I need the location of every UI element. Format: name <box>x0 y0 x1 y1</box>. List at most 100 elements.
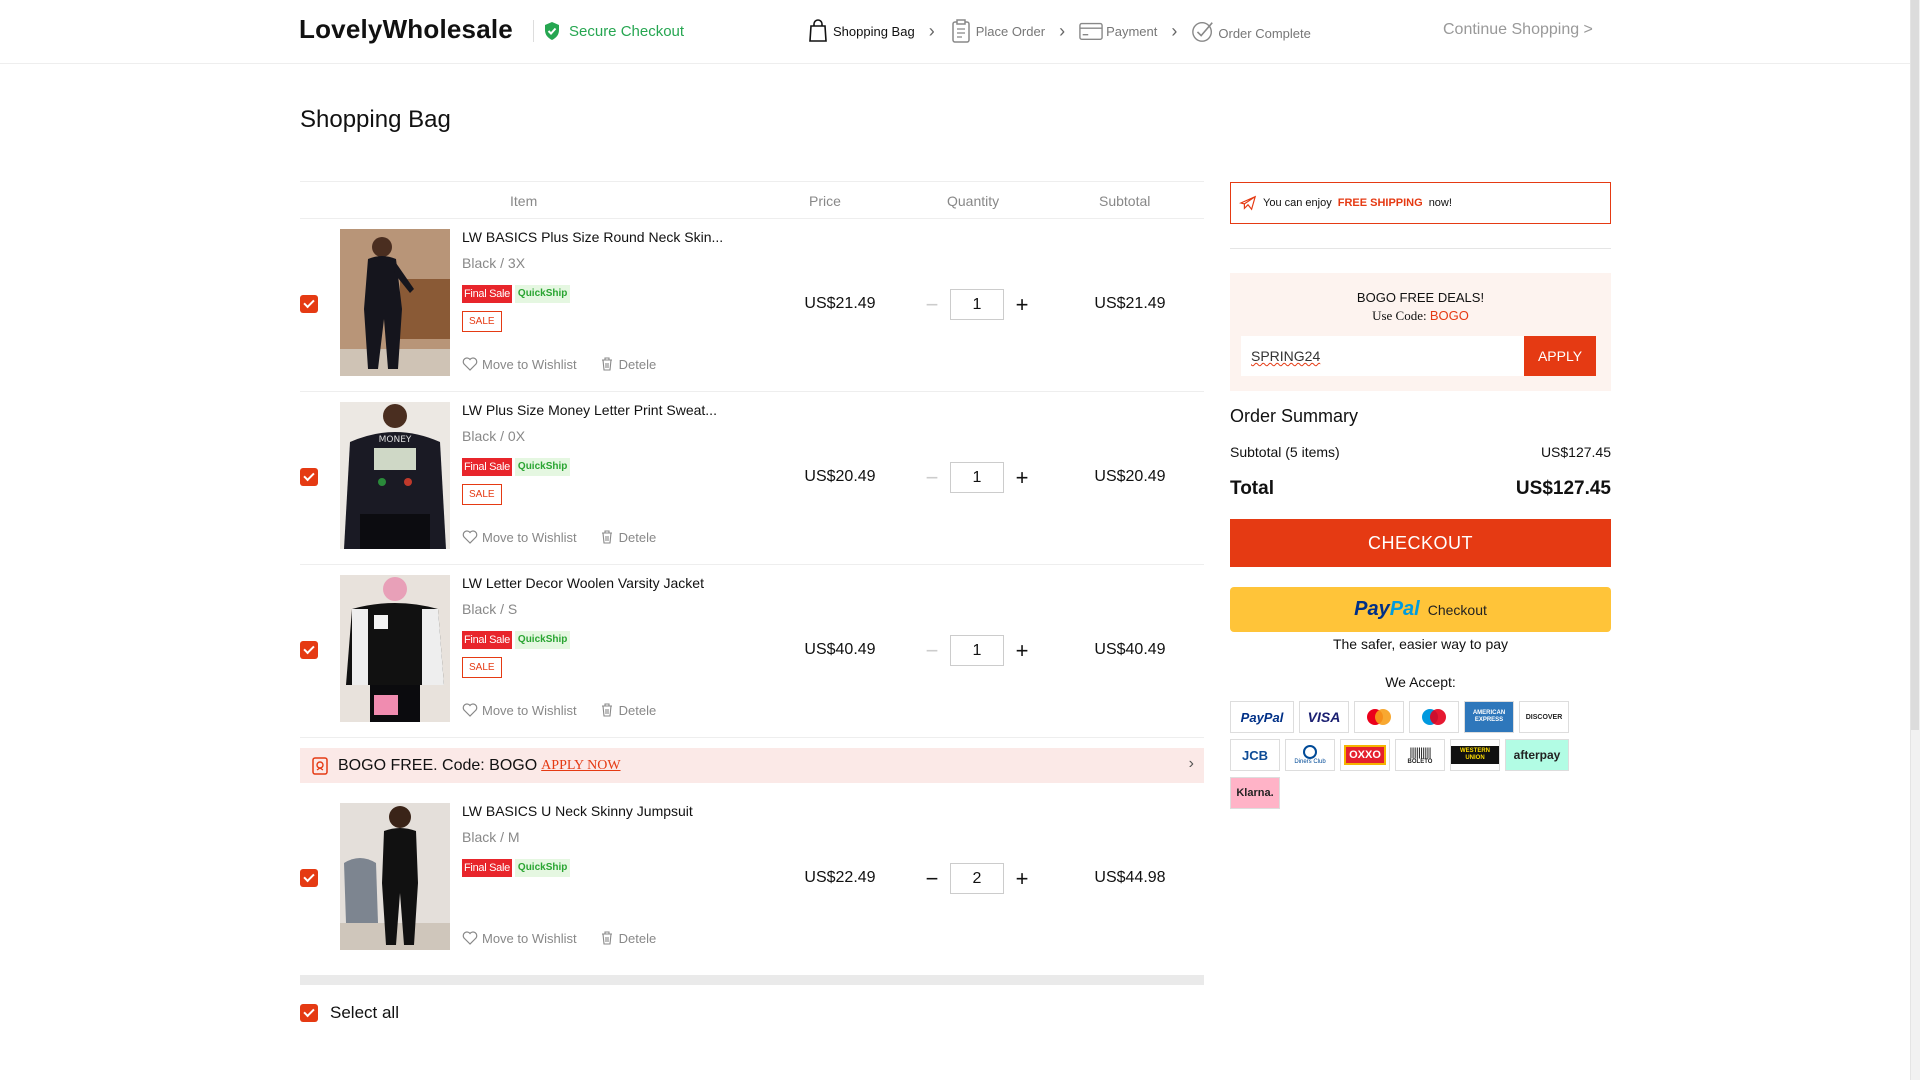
diners-club-card-icon: Diners Club <box>1285 739 1335 771</box>
subtotal-value: US$127.45 <box>1540 444 1611 460</box>
we-accept-label: We Accept: <box>1385 674 1456 690</box>
item-actions: Move to Wishlist Detele <box>462 930 656 946</box>
quickship-badge: QuickShip <box>514 285 571 303</box>
paypal-logo-pay: Pay <box>1354 598 1390 620</box>
increase-quantity-button[interactable]: + <box>1010 293 1034 315</box>
item-checkbox[interactable] <box>300 468 318 486</box>
item-actions: Move to Wishlist Detele <box>462 356 656 372</box>
clipboard-icon <box>951 19 970 43</box>
item-actions: Move to Wishlist Detele <box>462 529 656 545</box>
discover-card-icon: DISCOVER <box>1519 701 1569 733</box>
decrease-quantity-button[interactable]: − <box>920 466 944 488</box>
quantity-input[interactable]: 1 <box>950 462 1004 493</box>
heart-icon <box>462 931 478 945</box>
chevron-right-icon: › <box>928 20 935 41</box>
shipping-suffix: now! <box>1428 197 1452 209</box>
paypal-checkout-button[interactable]: Pay Pal Checkout <box>1230 587 1611 632</box>
quickship-badge: QuickShip <box>514 859 571 877</box>
total-value: US$127.45 <box>1515 478 1611 499</box>
item-checkbox[interactable] <box>300 869 318 887</box>
bogo-promo-bar[interactable]: BOGO FREE. Code: BOGO APPLY NOW › <box>300 748 1204 783</box>
step-place-order: Place Order <box>949 18 1045 44</box>
item-subtotal: US$40.49 <box>1094 641 1166 658</box>
product-image[interactable] <box>340 803 450 950</box>
scrollbar-thumb[interactable] <box>1911 0 1919 730</box>
step-shopping-bag: Shopping Bag <box>806 18 915 44</box>
step-label: Shopping Bag <box>833 23 915 39</box>
select-all-checkbox[interactable] <box>300 1004 318 1022</box>
delete-item-button[interactable]: Detele <box>599 930 657 946</box>
item-price: US$40.49 <box>804 641 876 658</box>
final-sale-badge: Final Sale <box>462 631 512 649</box>
secure-checkout-label: Secure Checkout <box>569 22 685 40</box>
product-name[interactable]: LW Letter Decor Woolen Varsity Jacket <box>462 575 704 591</box>
product-name[interactable]: LW Plus Size Money Letter Print Sweat... <box>462 402 717 418</box>
cart-item-row: LW Letter Decor Woolen Varsity Jacket Bl… <box>300 565 1204 738</box>
summary-total-row: Total US$127.45 <box>1230 478 1611 500</box>
apply-coupon-button[interactable]: APPLY <box>1524 336 1596 376</box>
move-to-wishlist-button[interactable]: Move to Wishlist <box>462 930 577 946</box>
paypal-checkout-label: Checkout <box>1427 601 1487 618</box>
coupon-code-input[interactable]: SPRING24 <box>1241 336 1526 376</box>
increase-quantity-button[interactable]: + <box>1010 466 1034 488</box>
promo-code-box: BOGO FREE DEALS! Use Code: BOGO SPRING24… <box>1230 273 1611 391</box>
item-actions: Move to Wishlist Detele <box>462 702 656 718</box>
panel-divider <box>1230 248 1611 249</box>
decrease-quantity-button[interactable]: − <box>920 867 944 889</box>
product-image[interactable] <box>340 575 450 722</box>
delete-item-button[interactable]: Detele <box>599 529 656 545</box>
select-all-control[interactable]: Select all <box>300 1003 399 1023</box>
delete-label: Detele <box>618 930 657 946</box>
step-order-complete: Order Complete <box>1191 18 1311 44</box>
product-tags: Final Sale QuickShip <box>462 458 571 476</box>
delete-item-button[interactable]: Detele <box>599 356 657 372</box>
step-label: Place Order <box>975 23 1046 39</box>
bogo-code: BOGO <box>1429 308 1469 323</box>
continue-shopping-link[interactable]: Continue Shopping > <box>1443 21 1593 39</box>
increase-quantity-button[interactable]: + <box>1010 867 1034 889</box>
product-name[interactable]: LW BASICS U Neck Skinny Jumpsuit <box>462 803 693 819</box>
card-icon <box>1079 22 1103 40</box>
bogo-promo-text: BOGO FREE. Code: BOGO <box>338 756 538 774</box>
quantity-stepper: − 1 + <box>920 635 1034 666</box>
decrease-quantity-button[interactable]: − <box>920 639 944 661</box>
item-subtotal: US$44.98 <box>1094 869 1166 886</box>
product-variant: Black / 0X <box>462 428 526 444</box>
move-to-wishlist-button[interactable]: Move to Wishlist <box>462 702 577 718</box>
quantity-input[interactable]: 2 <box>950 863 1004 894</box>
column-quantity: Quantity <box>947 193 1000 209</box>
delete-label: Detele <box>618 356 657 372</box>
column-item: Item <box>510 193 538 209</box>
column-subtotal: Subtotal <box>1099 193 1151 209</box>
klarna-card-icon: Klarna. <box>1230 777 1280 809</box>
chevron-right-icon: › <box>1059 20 1066 41</box>
svg-text:MONEY: MONEY <box>379 435 412 445</box>
quantity-input[interactable]: 1 <box>950 635 1004 666</box>
cart-table-header: Item Price Quantity Subtotal <box>300 181 1204 219</box>
item-checkbox[interactable] <box>300 295 318 313</box>
coupon-value: SPRING24 <box>1251 348 1321 364</box>
heart-icon <box>462 530 478 544</box>
product-variant: Black / M <box>462 829 520 845</box>
header-divider <box>533 20 534 42</box>
increase-quantity-button[interactable]: + <box>1010 639 1034 661</box>
cart-bottom-divider <box>300 975 1204 985</box>
quantity-input[interactable]: 1 <box>950 289 1004 320</box>
product-name[interactable]: LW BASICS Plus Size Round Neck Skin... <box>462 229 723 245</box>
apply-now-link[interactable]: APPLY NOW <box>541 758 620 774</box>
quickship-badge: QuickShip <box>514 631 571 649</box>
move-to-wishlist-button[interactable]: Move to Wishlist <box>462 356 577 372</box>
step-payment: Payment <box>1079 18 1157 44</box>
checkout-button[interactable]: CHECKOUT <box>1230 519 1611 567</box>
product-image[interactable]: MONEY <box>340 402 450 549</box>
decrease-quantity-button[interactable]: − <box>920 293 944 315</box>
select-all-label: Select all <box>330 1003 399 1022</box>
delete-item-button[interactable]: Detele <box>599 702 656 718</box>
product-image[interactable] <box>340 229 450 376</box>
trash-icon <box>601 530 612 544</box>
item-checkbox[interactable] <box>300 641 318 659</box>
trash-icon <box>601 703 612 717</box>
move-to-wishlist-button[interactable]: Move to Wishlist <box>462 529 577 545</box>
site-logo[interactable]: LovelyWholesale <box>299 14 513 45</box>
cart-item-row: MONEY LW Plus Size Money Letter Print Sw… <box>300 392 1204 565</box>
